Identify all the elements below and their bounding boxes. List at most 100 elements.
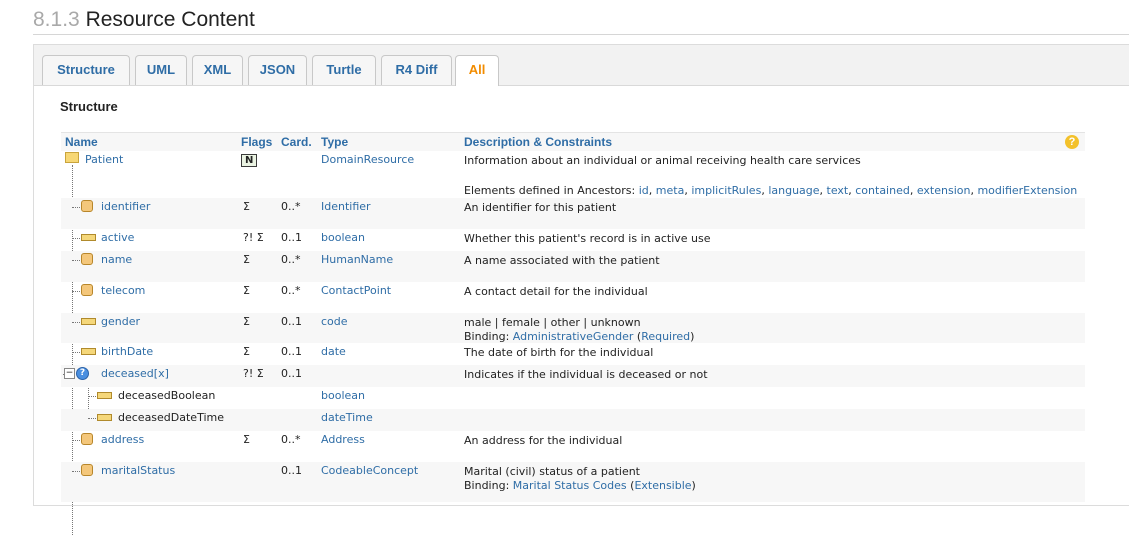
- description: Indicates if the individual is deceased …: [464, 368, 708, 381]
- description: male | female | other | unknown: [464, 316, 641, 329]
- ancestor-link[interactable]: modifierExtension: [977, 184, 1077, 197]
- element-link[interactable]: telecom: [101, 284, 145, 297]
- cardinality: 0..1: [281, 315, 302, 328]
- description: An identifier for this patient: [464, 201, 617, 214]
- table-row: gender Σ 0..1 code male | female | other…: [61, 313, 1085, 343]
- tab-turtle[interactable]: Turtle: [312, 55, 376, 85]
- ancestor-link[interactable]: meta: [656, 184, 685, 197]
- content-panel: Structure UML XML JSON Turtle R4 Diff Al…: [33, 44, 1129, 535]
- binding-line: Binding: AdministrativeGender (Required): [464, 330, 695, 343]
- table-row: identifier Σ 0..* Identifier An identifi…: [61, 198, 1085, 229]
- description: Whether this patient's record is in acti…: [464, 232, 711, 245]
- description: A contact detail for the individual: [464, 285, 648, 298]
- flags: Σ: [243, 433, 250, 446]
- primitive-type-icon: [97, 392, 112, 399]
- cardinality: 0..*: [281, 200, 301, 213]
- ancestor-link[interactable]: implicitRules: [691, 184, 761, 197]
- primitive-type-icon: [81, 318, 96, 325]
- structure-title: Structure: [60, 99, 118, 114]
- flags: Σ: [243, 315, 250, 328]
- collapse-icon[interactable]: −: [64, 368, 75, 379]
- binding-strength-link[interactable]: Required: [641, 330, 690, 343]
- type-link[interactable]: dateTime: [321, 411, 373, 424]
- type-link[interactable]: boolean: [321, 389, 365, 402]
- element-link[interactable]: birthDate: [101, 345, 153, 358]
- description: Marital (civil) status of a patient: [464, 465, 640, 478]
- tab-r4-diff[interactable]: R4 Diff: [381, 55, 452, 85]
- flags: Σ: [243, 345, 250, 358]
- element-link[interactable]: gender: [101, 315, 140, 328]
- complex-type-icon: [81, 284, 93, 296]
- tab-bar: Structure UML XML JSON Turtle R4 Diff Al…: [34, 45, 1129, 86]
- type-link[interactable]: ContactPoint: [321, 284, 391, 297]
- table-row: active ?! Σ 0..1 boolean Whether this pa…: [61, 229, 1085, 251]
- element-link[interactable]: active: [101, 231, 134, 244]
- flags: Σ: [243, 284, 250, 297]
- normative-flag: N: [241, 154, 258, 167]
- element-link[interactable]: address: [101, 433, 144, 446]
- ancestor-link[interactable]: language: [768, 184, 819, 197]
- ancestor-link[interactable]: id: [639, 184, 649, 197]
- type-link[interactable]: HumanName: [321, 253, 393, 266]
- ancestor-link[interactable]: extension: [917, 184, 971, 197]
- flags: ?! Σ: [243, 231, 264, 244]
- type-link[interactable]: Identifier: [321, 200, 371, 213]
- element-link[interactable]: identifier: [101, 200, 150, 213]
- binding-link[interactable]: AdministrativeGender: [513, 330, 634, 343]
- type-link[interactable]: DomainResource: [321, 153, 414, 166]
- type-link[interactable]: CodeableConcept: [321, 464, 418, 477]
- col-type: Type: [321, 135, 349, 149]
- binding-line: Binding: Marital Status Codes (Extensibl…: [464, 479, 696, 492]
- ancestor-link[interactable]: contained: [855, 184, 910, 197]
- complex-type-icon: [81, 464, 93, 476]
- ancestor-link[interactable]: text: [827, 184, 849, 197]
- element-link[interactable]: name: [101, 253, 132, 266]
- tab-structure[interactable]: Structure: [42, 55, 130, 85]
- flags: ?! Σ: [243, 367, 264, 380]
- tab-json[interactable]: JSON: [248, 55, 307, 85]
- tab-xml[interactable]: XML: [192, 55, 243, 85]
- cardinality: 0..1: [281, 231, 302, 244]
- table-row-patient: Patient N DomainResource Information abo…: [61, 151, 1085, 198]
- table-row: telecom Σ 0..* ContactPoint A contact de…: [61, 282, 1085, 313]
- primitive-type-icon: [81, 348, 96, 355]
- description: An address for the individual: [464, 434, 623, 447]
- table-row: address Σ 0..* Address An address for th…: [61, 431, 1085, 462]
- type-link[interactable]: code: [321, 315, 348, 328]
- complex-type-icon: [81, 200, 93, 212]
- patient-description: Information about an individual or anima…: [464, 154, 861, 167]
- tab-uml[interactable]: UML: [135, 55, 187, 85]
- table-row: deceasedBoolean boolean: [61, 387, 1085, 409]
- description: The date of birth for the individual: [464, 346, 654, 359]
- primitive-type-icon: [97, 414, 112, 421]
- col-flags: Flags: [241, 135, 273, 149]
- complex-type-icon: [81, 253, 93, 265]
- binding-strength-link[interactable]: Extensible: [634, 479, 691, 492]
- choice-element-name: deceasedBoolean: [118, 389, 216, 402]
- element-link[interactable]: deceased[x]: [101, 367, 169, 380]
- binding-link[interactable]: Marital Status Codes: [513, 479, 627, 492]
- col-name: Name: [65, 135, 98, 149]
- type-link[interactable]: boolean: [321, 231, 365, 244]
- section-title: Resource Content: [85, 8, 255, 31]
- flags: Σ: [243, 253, 250, 266]
- primitive-type-icon: [81, 234, 96, 241]
- type-link[interactable]: Address: [321, 433, 365, 446]
- type-link[interactable]: date: [321, 345, 346, 358]
- description: A name associated with the patient: [464, 254, 660, 267]
- cardinality: 0..*: [281, 284, 301, 297]
- table-row: birthDate Σ 0..1 date The date of birth …: [61, 343, 1085, 365]
- help-icon[interactable]: ?: [1065, 135, 1079, 149]
- cardinality: 0..1: [281, 345, 302, 358]
- cardinality: 0..1: [281, 367, 302, 380]
- ancestors-line: Elements defined in Ancestors: id, meta,…: [464, 184, 1078, 197]
- choice-icon: ?: [76, 367, 89, 380]
- flags: Σ: [243, 200, 250, 213]
- cardinality: 0..*: [281, 433, 301, 446]
- section-number: 8.1.3: [33, 8, 80, 31]
- patient-link[interactable]: Patient: [85, 153, 123, 166]
- tab-all[interactable]: All: [455, 55, 499, 86]
- table-header: Name Flags Card. Type Description & Cons…: [61, 132, 1085, 151]
- cardinality: 0..1: [281, 464, 302, 477]
- element-link[interactable]: maritalStatus: [101, 464, 175, 477]
